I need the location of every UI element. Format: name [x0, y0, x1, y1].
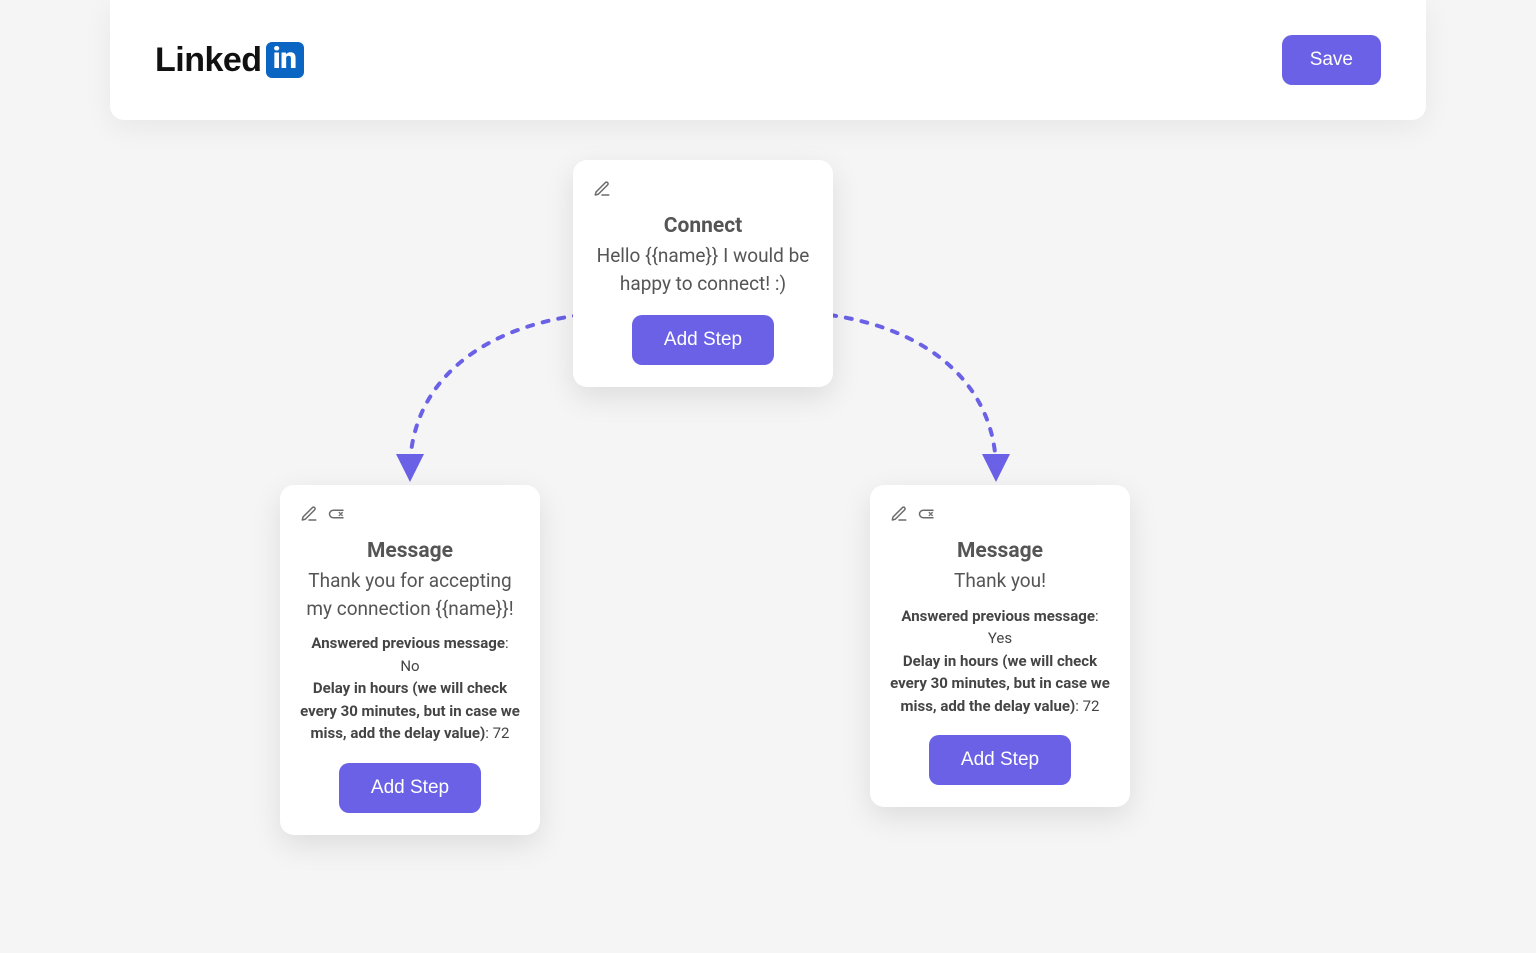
delay-value: : 72	[1075, 697, 1099, 715]
delete-icon[interactable]	[328, 505, 346, 527]
linkedin-logo: Linkedin	[155, 41, 304, 80]
add-step-button[interactable]: Add Step	[929, 735, 1071, 785]
edit-icon[interactable]	[593, 180, 611, 202]
node-message-left: Message Thank you for accepting my conne…	[280, 485, 540, 835]
node-title: Connect	[664, 214, 743, 238]
header: Linkedin Save	[110, 0, 1426, 120]
add-step-button[interactable]: Add Step	[632, 315, 774, 365]
node-meta: Answered previous message: No Delay in h…	[300, 632, 520, 745]
node-title: Message	[957, 539, 1043, 563]
node-body: Hello {{name}} I would be happy to conne…	[593, 242, 813, 297]
save-button[interactable]: Save	[1282, 35, 1381, 85]
flow-arrows	[0, 0, 1536, 953]
node-body: Thank you!	[954, 567, 1046, 595]
node-message-right: Message Thank you! Answered previous mes…	[870, 485, 1130, 807]
node-meta: Answered previous message: Yes Delay in …	[890, 605, 1110, 718]
node-title: Message	[367, 539, 453, 563]
edit-icon[interactable]	[300, 505, 318, 527]
logo-badge-in: in	[266, 42, 304, 78]
delete-icon[interactable]	[918, 505, 936, 527]
edit-icon[interactable]	[890, 505, 908, 527]
logo-text-linked: Linked	[155, 41, 262, 80]
answered-label: Answered previous message	[311, 634, 505, 652]
add-step-button[interactable]: Add Step	[339, 763, 481, 813]
answered-label: Answered previous message	[901, 607, 1095, 625]
delay-value: : 72	[485, 724, 509, 742]
node-connect: Connect Hello {{name}} I would be happy …	[573, 160, 833, 387]
node-body: Thank you for accepting my connection {{…	[300, 567, 520, 622]
